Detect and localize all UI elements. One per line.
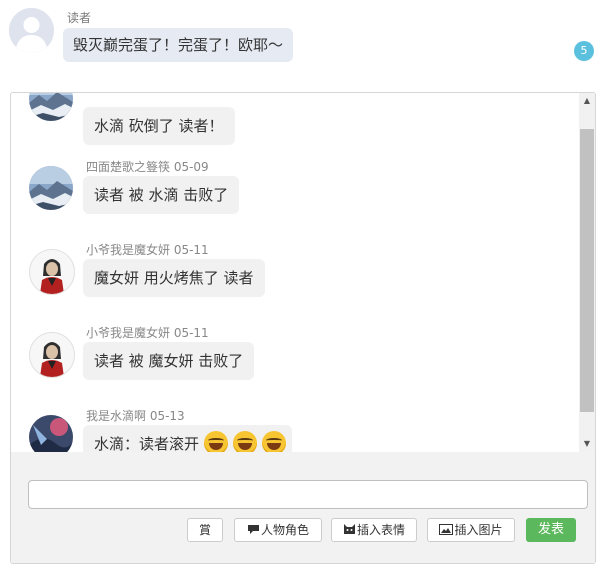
avatar-character[interactable]: [29, 332, 75, 378]
speech-bubble-icon: [247, 520, 260, 542]
vertical-scrollbar[interactable]: ▲ ▼: [579, 93, 595, 452]
insert-image-button[interactable]: 插入图片: [427, 518, 515, 542]
list-item: 小爷我是魔女妍 05-11 魔女妍 用火烤焦了 读者: [11, 239, 571, 319]
scroll-thumb[interactable]: [580, 129, 594, 412]
message-meta[interactable]: 小爷我是魔女妍 05-11: [86, 324, 209, 341]
message-bubble: 读者 被 魔女妍 击败了: [83, 342, 255, 380]
reward-button[interactable]: 賞: [187, 518, 223, 542]
submit-button[interactable]: 发表: [526, 518, 576, 542]
message-text: 水滴：读者滚开: [94, 435, 200, 452]
reply-list: 水滴 砍倒了 读者！ 四面楚歌之簦筷 05-09 读者 被 水滴 击败了 小爷我…: [11, 93, 579, 452]
avatar-landscape[interactable]: [29, 166, 73, 210]
insert-emoticon-button[interactable]: 插入表情: [331, 518, 417, 542]
reply-composer: 賞 人物角色 插入表情 插入图片 发表: [11, 452, 595, 563]
message-bubble: 水滴 砍倒了 读者！: [83, 107, 235, 145]
image-icon: [439, 520, 454, 542]
reply-panel: 水滴 砍倒了 读者！ 四面楚歌之簦筷 05-09 读者 被 水滴 击败了 小爷我…: [10, 92, 596, 564]
reply-input[interactable]: [28, 480, 588, 509]
list-item: 我是水滴啊 05-13 水滴：读者滚开: [11, 405, 571, 452]
scroll-up-arrow-icon[interactable]: ▲: [579, 93, 595, 109]
top-message: 读者 毁灭巅完蛋了！完蛋了！欧耶～ 5: [0, 0, 603, 90]
message-meta[interactable]: 四面楚歌之簦筷 05-09: [86, 158, 209, 175]
avatar-dark[interactable]: [29, 415, 73, 452]
default-avatar[interactable]: [9, 8, 54, 53]
message-bubble: 水滴：读者滚开: [83, 425, 293, 452]
character-button[interactable]: 人物角色: [234, 518, 322, 542]
laughing-tears-emoji-icon: [262, 430, 287, 452]
list-item: 水滴 砍倒了 读者！: [11, 93, 571, 148]
list-item: 小爷我是魔女妍 05-11 读者 被 魔女妍 击败了: [11, 322, 571, 402]
laughing-tears-emoji-icon: [233, 430, 258, 452]
insert-emoticon-label: 插入表情: [356, 523, 405, 537]
cat-face-icon: [343, 520, 356, 542]
message-meta[interactable]: 我是水滴啊 05-13: [86, 407, 185, 424]
message-bubble: 魔女妍 用火烤焦了 读者: [83, 259, 265, 297]
reward-button-label: 賞: [198, 523, 211, 537]
message-bubble: 读者 被 水滴 击败了: [83, 176, 240, 214]
list-item: 四面楚歌之簦筷 05-09 读者 被 水滴 击败了: [11, 156, 571, 236]
composer-toolbar: 賞 人物角色 插入表情 插入图片 发表: [11, 518, 595, 542]
avatar-landscape[interactable]: [29, 93, 73, 121]
character-button-label: 人物角色: [260, 523, 309, 537]
submit-button-label: 发表: [537, 522, 564, 537]
laughing-tears-emoji-icon: [204, 430, 229, 452]
avatar-character[interactable]: [29, 249, 75, 295]
scroll-down-arrow-icon[interactable]: ▼: [579, 436, 595, 452]
top-message-bubble: 毁灭巅完蛋了！完蛋了！欧耶～: [63, 28, 294, 62]
insert-image-label: 插入图片: [454, 523, 503, 537]
top-message-username[interactable]: 读者: [67, 9, 91, 26]
message-meta[interactable]: 小爷我是魔女妍 05-11: [86, 241, 209, 258]
reply-count-badge[interactable]: 5: [574, 41, 594, 61]
